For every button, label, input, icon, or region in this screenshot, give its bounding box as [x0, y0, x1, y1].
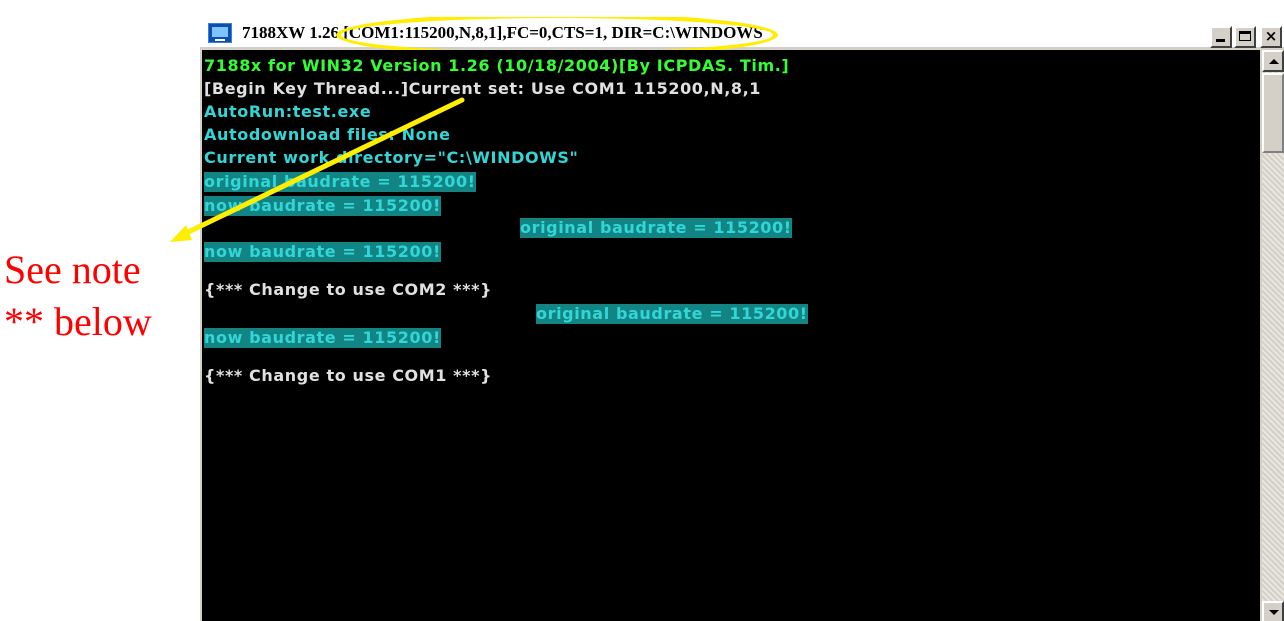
vertical-scrollbar[interactable] [1262, 50, 1284, 621]
console-line: {*** Change to use COM1 ***} [204, 366, 493, 385]
callout-arrow-head [170, 225, 192, 242]
maximize-button[interactable] [1234, 26, 1256, 48]
console-line: AutoRun:test.exe [204, 102, 372, 121]
annotation-line-1: See note [4, 247, 141, 292]
scroll-thumb[interactable] [1262, 73, 1284, 153]
minimize-button[interactable] [1210, 26, 1232, 48]
console-line: 7188x for WIN32 Version 1.26 (10/18/2004… [204, 56, 790, 75]
console-line: now baudrate = 115200! [204, 328, 441, 348]
terminal-output[interactable]: 7188x for WIN32 Version 1.26 (10/18/2004… [202, 50, 1260, 621]
arrow-up-icon [1269, 59, 1279, 64]
console-line: {*** Change to use COM2 ***} [204, 280, 493, 299]
console-line: original baudrate = 115200! [536, 304, 808, 324]
console-line: [Begin Key Thread...]Current set: Use CO… [204, 79, 762, 98]
console-line: original baudrate = 115200! [520, 218, 792, 238]
screenshot-stage: See note ** below 7188XW 1.26 [COM1:1152… [0, 0, 1284, 621]
console-line: now baudrate = 115200! [204, 196, 441, 216]
app-icon[interactable] [208, 23, 232, 43]
scroll-up-button[interactable] [1262, 50, 1284, 72]
console-window: 7188XW 1.26 [COM1:115200,N,8,1],FC=0,CTS… [198, 15, 1284, 621]
close-button[interactable]: × [1260, 26, 1282, 48]
arrow-down-icon [1269, 610, 1279, 615]
annotation-note: See note ** below [4, 244, 152, 348]
console-line: now baudrate = 115200! [204, 242, 441, 262]
title-bar[interactable]: 7188XW 1.26 [COM1:115200,N,8,1],FC=0,CTS… [200, 17, 1284, 57]
annotation-line-2: ** below [4, 299, 152, 344]
maximize-icon [1239, 31, 1251, 41]
console-line: original baudrate = 115200! [204, 172, 476, 192]
minimize-icon [1216, 39, 1225, 42]
console-line: Current work directory="C:\WINDOWS" [204, 148, 579, 167]
console-line: Autodownload files: None [204, 125, 451, 144]
scroll-down-button[interactable] [1262, 601, 1284, 621]
